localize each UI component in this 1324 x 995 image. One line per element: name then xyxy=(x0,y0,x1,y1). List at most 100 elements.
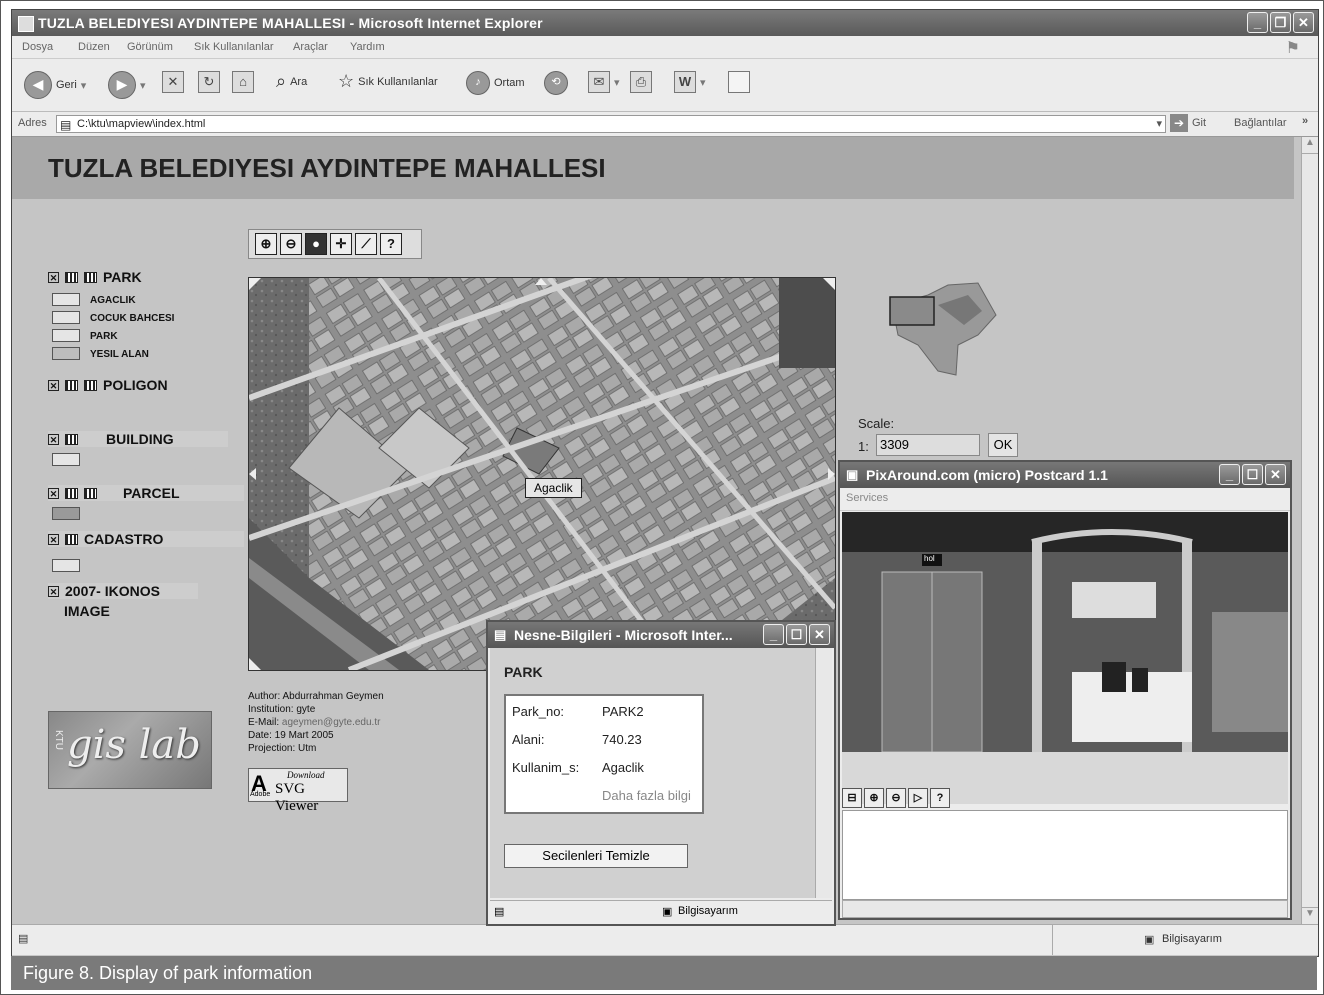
clear-selection-button[interactable]: Secilenleri Temizle xyxy=(504,844,688,868)
media-label[interactable]: Ortam xyxy=(494,77,525,89)
stop-icon[interactable]: ✕ xyxy=(162,71,184,93)
layer-poligon[interactable]: ✕ POLIGON xyxy=(48,377,168,393)
menu-help[interactable]: Yardım xyxy=(350,41,385,53)
info-title-bar[interactable]: ▤ Nesne-Bilgileri - Microsoft Inter... _… xyxy=(488,622,834,648)
zoom-out-icon[interactable]: ⊖ xyxy=(886,788,906,808)
menu-file[interactable]: Dosya xyxy=(22,41,53,53)
checkbox-icon[interactable]: ✕ xyxy=(48,271,59,283)
panorama-view[interactable]: hol xyxy=(842,512,1288,804)
fit-icon[interactable]: ⊟ xyxy=(842,788,862,808)
scale-ok-button[interactable]: OK xyxy=(988,433,1018,457)
mail-icon[interactable]: ✉ xyxy=(588,71,610,93)
print-icon[interactable]: ⎙ xyxy=(630,71,652,93)
checkbox-icon[interactable]: ✕ xyxy=(48,533,59,545)
grid-icon[interactable] xyxy=(84,379,97,391)
zoom-out-icon[interactable]: ⊖ xyxy=(280,233,302,255)
back-label[interactable]: Geri xyxy=(56,79,77,91)
legend-swatch xyxy=(52,507,80,520)
more-info-link[interactable]: Daha fazla bilgi xyxy=(602,788,691,803)
checkbox-icon[interactable]: ✕ xyxy=(48,433,59,445)
table-icon[interactable] xyxy=(65,533,78,545)
svg-viewer-download[interactable]: A Adobe Download SVG Viewer xyxy=(248,768,348,814)
word-edit-icon[interactable]: W xyxy=(674,71,696,93)
messenger-icon[interactable] xyxy=(728,71,750,93)
map-toolbar: ⊕ ⊖ ● ✛ ⟋ ? xyxy=(248,229,422,259)
minimize-button[interactable]: _ xyxy=(763,624,784,645)
table-icon[interactable] xyxy=(65,379,78,391)
menu-view[interactable]: Görünüm xyxy=(127,41,173,53)
menu-favorites[interactable]: Sık Kullanılanlar xyxy=(194,41,274,53)
pixaround-hscroll[interactable] xyxy=(842,900,1288,918)
go-arrow-icon[interactable]: ➔ xyxy=(1170,114,1188,132)
scroll-down-icon[interactable]: ▼ xyxy=(1302,907,1318,924)
table-icon[interactable] xyxy=(65,433,78,445)
layer-park[interactable]: ✕ PARK xyxy=(48,269,142,285)
pixaround-title-bar[interactable]: ▣ PixAround.com (micro) Postcard 1.1 _ ☐… xyxy=(840,462,1290,488)
pan-icon[interactable]: ✛ xyxy=(330,233,352,255)
links-label[interactable]: Bağlantılar xyxy=(1234,117,1287,129)
close-button[interactable]: ✕ xyxy=(1293,12,1314,33)
scale-input[interactable]: 3309 xyxy=(876,434,980,456)
measure-icon[interactable]: ⟋ xyxy=(355,233,377,255)
pixaround-menu[interactable]: Services xyxy=(840,488,1290,511)
go-label[interactable]: Git xyxy=(1192,117,1206,129)
info-heading: PARK xyxy=(504,664,543,680)
home-icon[interactable]: ⌂ xyxy=(232,71,254,93)
credit-email[interactable]: ageymen@gyte.edu.tr xyxy=(282,717,381,728)
favorites-star-icon[interactable]: ☆ xyxy=(338,71,354,92)
table-icon[interactable] xyxy=(65,271,78,283)
close-button[interactable]: ✕ xyxy=(1265,464,1286,485)
address-input[interactable]: ▤ C:\ktu\mapview\index.html ▾ xyxy=(56,115,1166,133)
zoom-in-icon[interactable]: ⊕ xyxy=(255,233,277,255)
maximize-button[interactable]: ☐ xyxy=(1242,464,1263,485)
checkbox-icon[interactable]: ✕ xyxy=(48,379,59,391)
minimize-button[interactable]: _ xyxy=(1219,464,1240,485)
globe-icon[interactable]: ● xyxy=(305,233,327,255)
help-icon[interactable]: ? xyxy=(380,233,402,255)
close-button[interactable]: ✕ xyxy=(809,624,830,645)
favorites-label[interactable]: Sık Kullanılanlar xyxy=(358,76,438,88)
scroll-up-icon[interactable]: ▲ xyxy=(1302,137,1318,154)
minimize-button[interactable]: _ xyxy=(1247,12,1268,33)
info-status-bar: ▤ ▣ Bilgisayarım xyxy=(490,900,832,923)
search-label[interactable]: Ara xyxy=(290,76,307,88)
links-chevron-icon[interactable]: » xyxy=(1302,115,1308,127)
browser-window: TUZLA BELEDIYESI AYDINTEPE MAHALLESI - M… xyxy=(11,9,1319,957)
info-scrollbar[interactable] xyxy=(815,648,832,898)
menu-tools[interactable]: Araçlar xyxy=(293,41,328,53)
edit-dropdown-icon[interactable]: ▾ xyxy=(700,76,706,89)
back-icon[interactable]: ◀ xyxy=(24,71,52,99)
overview-extent[interactable] xyxy=(889,296,935,326)
layer-building[interactable]: ✕ BUILDING xyxy=(48,431,228,447)
media-icon[interactable]: ♪ xyxy=(466,71,490,95)
layer-ikonos[interactable]: ✕ 2007- IKONOS xyxy=(48,583,198,599)
grid-icon[interactable] xyxy=(84,487,97,499)
checkbox-icon[interactable]: ✕ xyxy=(48,585,59,597)
zoom-in-icon[interactable]: ⊕ xyxy=(864,788,884,808)
history-icon[interactable]: ⟲ xyxy=(544,71,568,95)
mail-dropdown-icon[interactable]: ▾ xyxy=(614,76,620,89)
back-dropdown-icon[interactable]: ▾ xyxy=(81,79,87,92)
table-icon[interactable] xyxy=(65,487,78,499)
pixaround-title: PixAround.com (micro) Postcard 1.1 xyxy=(866,467,1108,483)
play-icon[interactable]: ▷ xyxy=(908,788,928,808)
page-scrollbar[interactable]: ▲ ▼ xyxy=(1301,137,1318,924)
help-icon[interactable]: ? xyxy=(930,788,950,808)
map-canvas[interactable]: Agaclik xyxy=(248,277,836,671)
menu-edit[interactable]: Düzen xyxy=(78,41,110,53)
layer-parcel[interactable]: ✕ PARCEL xyxy=(48,485,244,501)
map-graphic xyxy=(249,278,835,670)
address-dropdown-icon[interactable]: ▾ xyxy=(1156,116,1162,132)
title-bar[interactable]: TUZLA BELEDIYESI AYDINTEPE MAHALLESI - M… xyxy=(12,10,1318,36)
grid-icon[interactable] xyxy=(84,271,97,283)
forward-icon[interactable]: ▶ xyxy=(108,71,136,99)
maximize-button[interactable]: ❐ xyxy=(1270,12,1291,33)
layer-cadastro[interactable]: ✕ CADASTRO xyxy=(48,531,244,547)
overview-map[interactable] xyxy=(878,275,1008,395)
refresh-icon[interactable]: ↻ xyxy=(198,71,220,93)
pixaround-text-area[interactable] xyxy=(842,810,1288,900)
checkbox-icon[interactable]: ✕ xyxy=(48,487,59,499)
maximize-button[interactable]: ☐ xyxy=(786,624,807,645)
search-icon[interactable]: ⌕ xyxy=(276,71,286,92)
forward-dropdown-icon[interactable]: ▾ xyxy=(140,79,146,92)
